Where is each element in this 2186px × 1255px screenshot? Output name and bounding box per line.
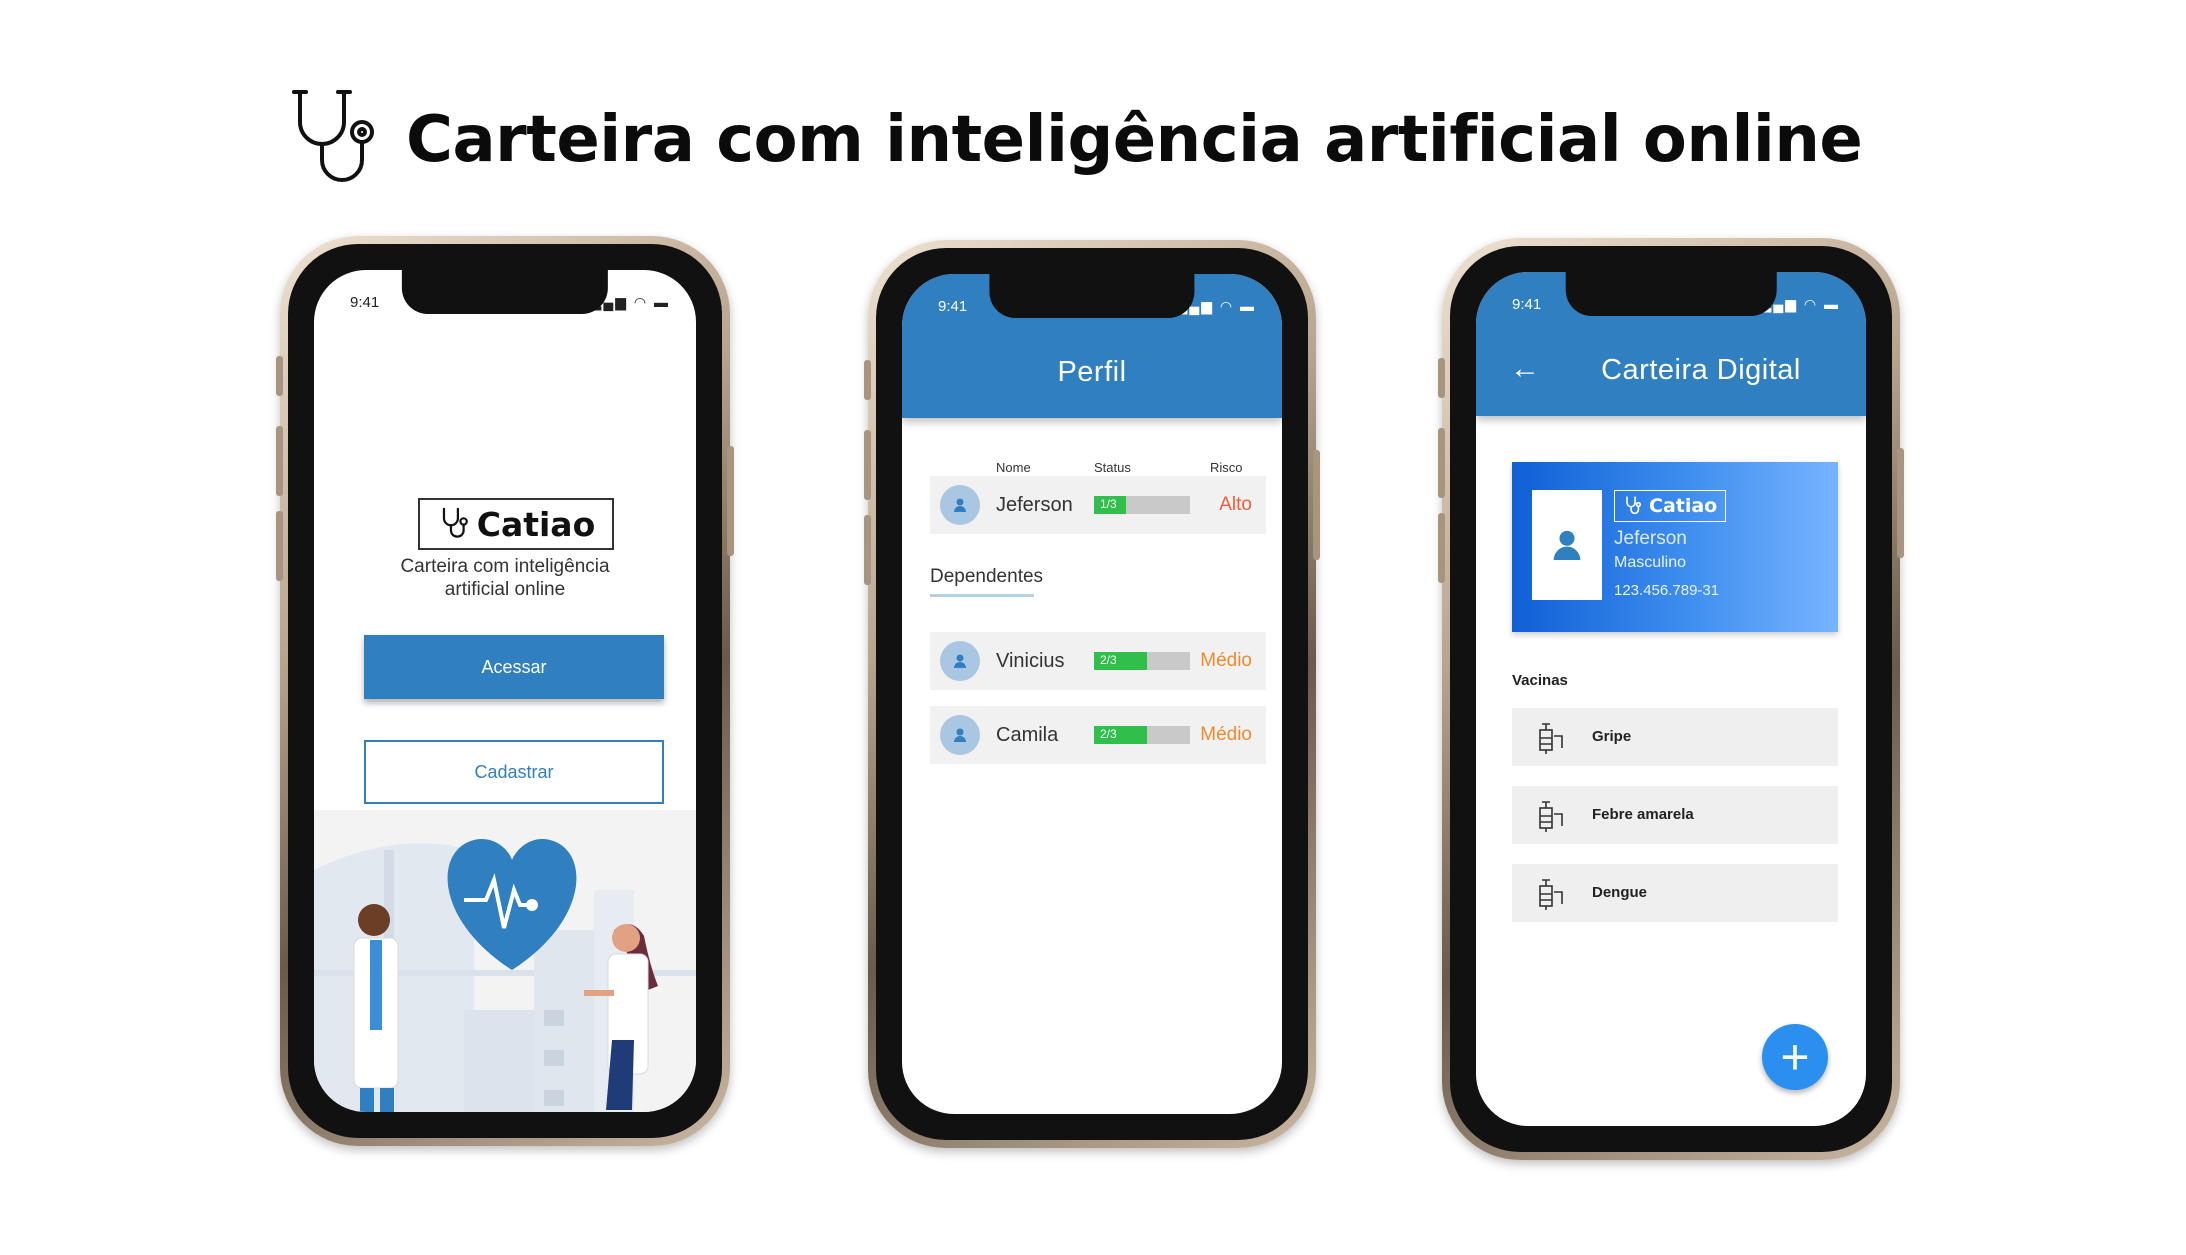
vaccine-item[interactable]: Febre amarela bbox=[1512, 786, 1838, 844]
tagline-line-2: artificial online bbox=[444, 579, 566, 600]
status-progress: 2/3 bbox=[1094, 726, 1190, 744]
status-time: 9:41 bbox=[1512, 296, 1542, 313]
risk-label: Médio bbox=[1200, 650, 1252, 671]
tagline-line-1: Carteira com inteligência bbox=[400, 556, 610, 577]
screen-title: Perfil bbox=[1057, 356, 1127, 388]
person-row-dependent[interactable]: Camila 2/3 Médio bbox=[930, 706, 1266, 764]
phone-profile: 9:41 ▂▄▆ ◠ ▬ Perfil Nome Status Risco Je… bbox=[864, 240, 1320, 1148]
person-name: Vinicius bbox=[996, 649, 1065, 672]
login-button[interactable]: Acessar bbox=[364, 635, 664, 699]
profile-screen: 9:41 ▂▄▆ ◠ ▬ Perfil Nome Status Risco Je… bbox=[902, 274, 1282, 1114]
digital-id-card[interactable]: Catiao Jeferson Masculino 123.456.789-31 bbox=[1512, 462, 1838, 632]
card-holder-name: Jeferson bbox=[1614, 528, 1687, 549]
id-photo bbox=[1532, 490, 1602, 600]
stethoscope-icon bbox=[1626, 496, 1642, 515]
login-screen: 9:41 ▂▄▆ ◠ ▬ Catiao Carteira com intelig… bbox=[314, 270, 696, 1112]
user-icon bbox=[954, 654, 966, 668]
card-holder-sex: Masculino bbox=[1614, 554, 1687, 571]
card-screen: 9:41 ▂▄▆ ◠ ▬ ← Carteira Digital Catiao J… bbox=[1476, 272, 1866, 1126]
person-row-dependent[interactable]: Vinicius 2/3 Médio bbox=[930, 632, 1266, 690]
vaccine-name: Gripe bbox=[1592, 728, 1632, 745]
vaccine-item[interactable]: Gripe bbox=[1512, 708, 1838, 766]
syringe-icon bbox=[1539, 879, 1563, 910]
status-text: 2/3 bbox=[1100, 727, 1117, 741]
status-time: 9:41 bbox=[350, 294, 380, 311]
page-header: Carteira com inteligência artificial onl… bbox=[278, 80, 1863, 200]
syringe-icon bbox=[1539, 723, 1563, 754]
vaccine-name: Dengue bbox=[1592, 884, 1648, 901]
status-text: 2/3 bbox=[1100, 653, 1117, 667]
user-icon bbox=[954, 498, 966, 512]
doctors-illustration bbox=[314, 810, 696, 1112]
vaccines-heading: Vacinas bbox=[1512, 672, 1568, 689]
card-brand-name: Catiao bbox=[1649, 495, 1718, 517]
column-status: Status bbox=[1094, 460, 1131, 475]
card-brand: Catiao bbox=[1614, 490, 1727, 522]
status-progress: 1/3 bbox=[1094, 496, 1190, 514]
column-risk: Risco bbox=[1210, 460, 1243, 475]
stethoscope-icon bbox=[292, 90, 374, 182]
brand-name: Catiao bbox=[476, 504, 596, 544]
status-text: 1/3 bbox=[1100, 497, 1117, 511]
syringe-icon bbox=[1539, 801, 1563, 832]
vaccine-name: Febre amarela bbox=[1592, 806, 1694, 823]
stethoscope-icon bbox=[442, 507, 468, 538]
vaccine-item[interactable]: Dengue bbox=[1512, 864, 1838, 922]
brand-logo: Catiao bbox=[418, 498, 614, 550]
dependents-heading: Dependentes bbox=[930, 566, 1044, 587]
add-vaccine-button[interactable]: + bbox=[1762, 1024, 1828, 1090]
avatar bbox=[940, 715, 980, 755]
avatar bbox=[940, 641, 980, 681]
screen-title: Carteira Digital bbox=[1601, 354, 1801, 386]
risk-label: Alto bbox=[1219, 494, 1252, 515]
person-name: Camila bbox=[996, 723, 1059, 746]
user-icon bbox=[954, 728, 966, 742]
status-time: 9:41 bbox=[938, 298, 968, 315]
column-name: Nome bbox=[996, 460, 1031, 475]
signup-button[interactable]: Cadastrar bbox=[364, 740, 664, 804]
user-icon bbox=[1553, 530, 1581, 560]
phone-card: 9:41 ▂▄▆ ◠ ▬ ← Carteira Digital Catiao J… bbox=[1438, 238, 1904, 1160]
dependents-underline bbox=[930, 594, 1034, 597]
risk-label: Médio bbox=[1200, 724, 1252, 745]
status-progress: 2/3 bbox=[1094, 652, 1190, 670]
phone-login: 9:41 ▂▄▆ ◠ ▬ Catiao Carteira com intelig… bbox=[276, 236, 734, 1146]
person-row-main[interactable]: Jeferson 1/3 Alto bbox=[930, 476, 1266, 534]
page-title: Carteira com inteligência artificial onl… bbox=[406, 103, 1863, 177]
tagline: Carteira com inteligência artificial onl… bbox=[354, 555, 656, 601]
person-name: Jeferson bbox=[996, 493, 1073, 516]
card-holder-document: 123.456.789-31 bbox=[1614, 582, 1720, 599]
avatar bbox=[940, 485, 980, 525]
